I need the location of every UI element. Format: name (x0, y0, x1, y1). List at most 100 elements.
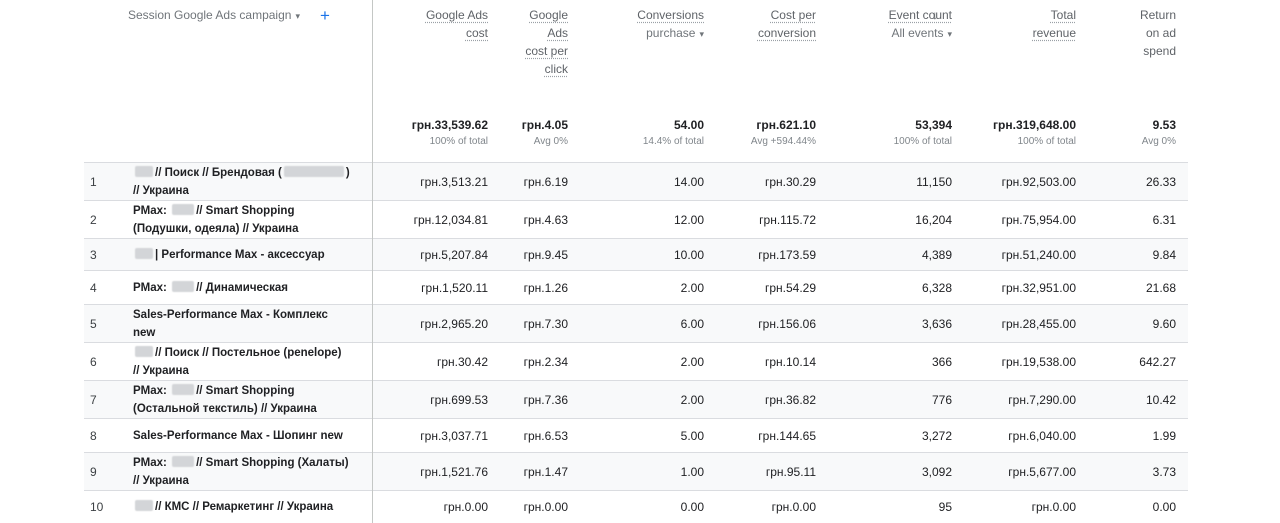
row-rank: 10 (90, 499, 104, 514)
campaign-name[interactable]: PMax: // Smart Shopping (Подушки, одеяла)… (133, 202, 299, 238)
total-cell: грн.621.10 Avg +594.44% (716, 114, 828, 163)
metric-header-total-revenue[interactable]: ↓ Total revenue (932, 0, 1088, 114)
row-rank: 5 (90, 316, 97, 331)
metric-cell: грн.12,034.81 (372, 200, 500, 239)
metric-header-conversions[interactable]: Conversions purchase ▾ (580, 0, 716, 114)
total-cell: 54.00 14.4% of total (580, 114, 716, 163)
row-rank: 8 (90, 428, 97, 443)
total-value: грн.4.05 (521, 118, 568, 132)
campaign-name-line1: // Smart Shopping (Халаты) (196, 456, 349, 469)
campaign-name-line2: (Подушки, одеяла) // Украина (133, 222, 299, 235)
metric-cell: 2.00 (580, 342, 716, 381)
campaign-prefix: PMax: (133, 456, 171, 469)
redacted-block (172, 203, 195, 215)
metric-cell: грн.30.29 (716, 162, 828, 201)
metric-cell: грн.156.06 (716, 304, 828, 343)
campaign-name[interactable]: PMax: // Динамическая (133, 279, 288, 297)
total-value: 54.00 (673, 118, 704, 132)
metric-title: Conversions (637, 8, 704, 22)
metric-cell: 0.00 (1088, 490, 1188, 523)
metric-header-cost-per-click[interactable]: Google Ads cost per click (500, 0, 580, 114)
metric-cell: грн.1,521.76 (372, 452, 500, 491)
total-cell: грн.33,539.62 100% of total (372, 114, 500, 163)
campaign-cell[interactable]: 5 Sales-Performance Max - Комплекс new (84, 304, 373, 343)
arrow-down-sort-icon[interactable]: ↓ (932, 6, 938, 24)
metric-cell: 9.60 (1088, 304, 1188, 343)
campaign-name[interactable]: Sales-Performance Max - Шопинг new (133, 427, 343, 445)
metric-cell: грн.5,207.84 (372, 238, 500, 271)
campaign-cell[interactable]: 1 // Поиск // Брендовая () // Украина (84, 162, 373, 201)
campaign-name[interactable]: | Performance Max - аксессуар (133, 246, 325, 264)
table-row[interactable]: 10 // КМС // Ремаркетинг // Украина грн.0.… (84, 490, 1188, 523)
metric-cell: грн.6,040.00 (964, 418, 1088, 453)
campaign-cell[interactable]: 3 | Performance Max - аксессуар (84, 238, 373, 271)
campaign-name-line1: | Performance Max - аксессуар (155, 248, 325, 261)
table-row[interactable]: 3 | Performance Max - аксессуар грн.5,207.… (84, 238, 1188, 271)
event-selector[interactable]: All events ▾ (828, 24, 952, 43)
total-subtext: 100% of total (429, 136, 488, 147)
metric-cell: грн.0.00 (964, 490, 1088, 523)
metric-cell: грн.7.36 (500, 380, 580, 419)
metric-cell: грн.95.11 (716, 452, 828, 491)
campaign-name-line1: // Smart Shopping (196, 204, 295, 217)
metric-header-google-ads-cost[interactable]: Google Ads cost (372, 0, 500, 114)
campaign-name-line2: (Остальной текстиль) // Украина (133, 402, 317, 415)
metric-title: Google Ads cost per click (525, 8, 568, 76)
metric-header-roas[interactable]: Return on ad spend (1088, 0, 1188, 114)
metric-cell: 4,389 (828, 238, 964, 271)
row-rank: 4 (90, 280, 97, 295)
campaign-name-line2: // Украина (133, 364, 189, 377)
campaign-name[interactable]: PMax: // Smart Shopping (Остальной тексти… (133, 382, 317, 418)
metric-cell: грн.6.53 (500, 418, 580, 453)
metric-cell: 3,092 (828, 452, 964, 491)
metric-cell: грн.19,538.00 (964, 342, 1088, 381)
campaign-cell[interactable]: 4 PMax: // Динамическая (84, 270, 373, 305)
conversion-event-selector[interactable]: purchase ▾ (580, 24, 704, 43)
table-row[interactable]: 7 PMax: // Smart Shopping (Остальной текст… (84, 380, 1188, 419)
metric-title: Event count (888, 8, 952, 22)
campaign-name[interactable]: // Поиск // Брендовая () // Украина (133, 164, 350, 200)
campaign-prefix: PMax: (133, 281, 171, 294)
campaign-cell[interactable]: 2 PMax: // Smart Shopping (Подушки, одеяла… (84, 200, 373, 239)
table-row[interactable]: 6 // Поиск // Постельное (penelope) // Укр… (84, 342, 1188, 381)
metric-cell: грн.32,951.00 (964, 270, 1088, 305)
row-rank: 9 (90, 464, 97, 479)
total-subtext: Avg 0% (533, 136, 568, 147)
campaign-cell[interactable]: 8 Sales-Performance Max - Шопинг new (84, 418, 373, 453)
campaign-cell[interactable]: 10 // КМС // Ремаркетинг // Украина (84, 490, 373, 523)
metric-cell: 6,328 (828, 270, 964, 305)
campaign-name-line1: // Поиск // Брендовая ( (155, 166, 282, 179)
row-rank: 1 (90, 174, 97, 189)
table-row[interactable]: 5 Sales-Performance Max - Комплекс new грн.… (84, 304, 1188, 343)
table-row[interactable]: 8 Sales-Performance Max - Шопинг new грн.3… (84, 418, 1188, 453)
campaign-name[interactable]: // Поиск // Постельное (penelope) // Укра… (133, 344, 342, 380)
metric-cell: 1.00 (580, 452, 716, 491)
table-row[interactable]: 4 PMax: // Динамическая грн.1,520.11 грн.1.… (84, 270, 1188, 305)
metric-title: Cost per conversion (757, 8, 816, 40)
campaign-cell[interactable]: 9 PMax: // Smart Shopping (Халаты) // Укра… (84, 452, 373, 491)
metric-cell: грн.75,954.00 (964, 200, 1088, 239)
metric-header-event-count[interactable]: Event count All events ▾ (828, 0, 964, 114)
campaign-name[interactable]: Sales-Performance Max - Комплекс new (133, 306, 328, 342)
total-cell: 53,394 100% of total (828, 114, 964, 163)
campaign-name-line1: Sales-Performance Max - Шопинг new (133, 429, 343, 442)
total-value: 53,394 (915, 118, 952, 132)
metric-cell: грн.699.53 (372, 380, 500, 419)
metric-cell: 3.73 (1088, 452, 1188, 491)
table-row[interactable]: 2 PMax: // Smart Shopping (Подушки, одеяла… (84, 200, 1188, 239)
dimension-selector[interactable]: Session Google Ads campaign ▾ (128, 6, 300, 25)
metric-cell: грн.92,503.00 (964, 162, 1088, 201)
campaign-cell[interactable]: 7 PMax: // Smart Shopping (Остальной текст… (84, 380, 373, 419)
metric-cell: грн.10.14 (716, 342, 828, 381)
add-dimension-icon[interactable]: + (320, 7, 330, 24)
campaign-name[interactable]: PMax: // Smart Shopping (Халаты) // Украи… (133, 454, 349, 490)
metric-cell: 9.84 (1088, 238, 1188, 271)
campaign-name[interactable]: // КМС // Ремаркетинг // Украина (133, 498, 333, 516)
campaign-prefix: PMax: (133, 384, 171, 397)
metric-cell: 3,636 (828, 304, 964, 343)
metric-cell: грн.0.00 (500, 490, 580, 523)
campaign-cell[interactable]: 6 // Поиск // Постельное (penelope) // Укр… (84, 342, 373, 381)
table-row[interactable]: 9 PMax: // Smart Shopping (Халаты) // Укра… (84, 452, 1188, 491)
metric-header-cost-per-conversion[interactable]: Cost per conversion (716, 0, 828, 114)
table-row[interactable]: 1 // Поиск // Брендовая () // Украина грн.3… (84, 162, 1188, 201)
